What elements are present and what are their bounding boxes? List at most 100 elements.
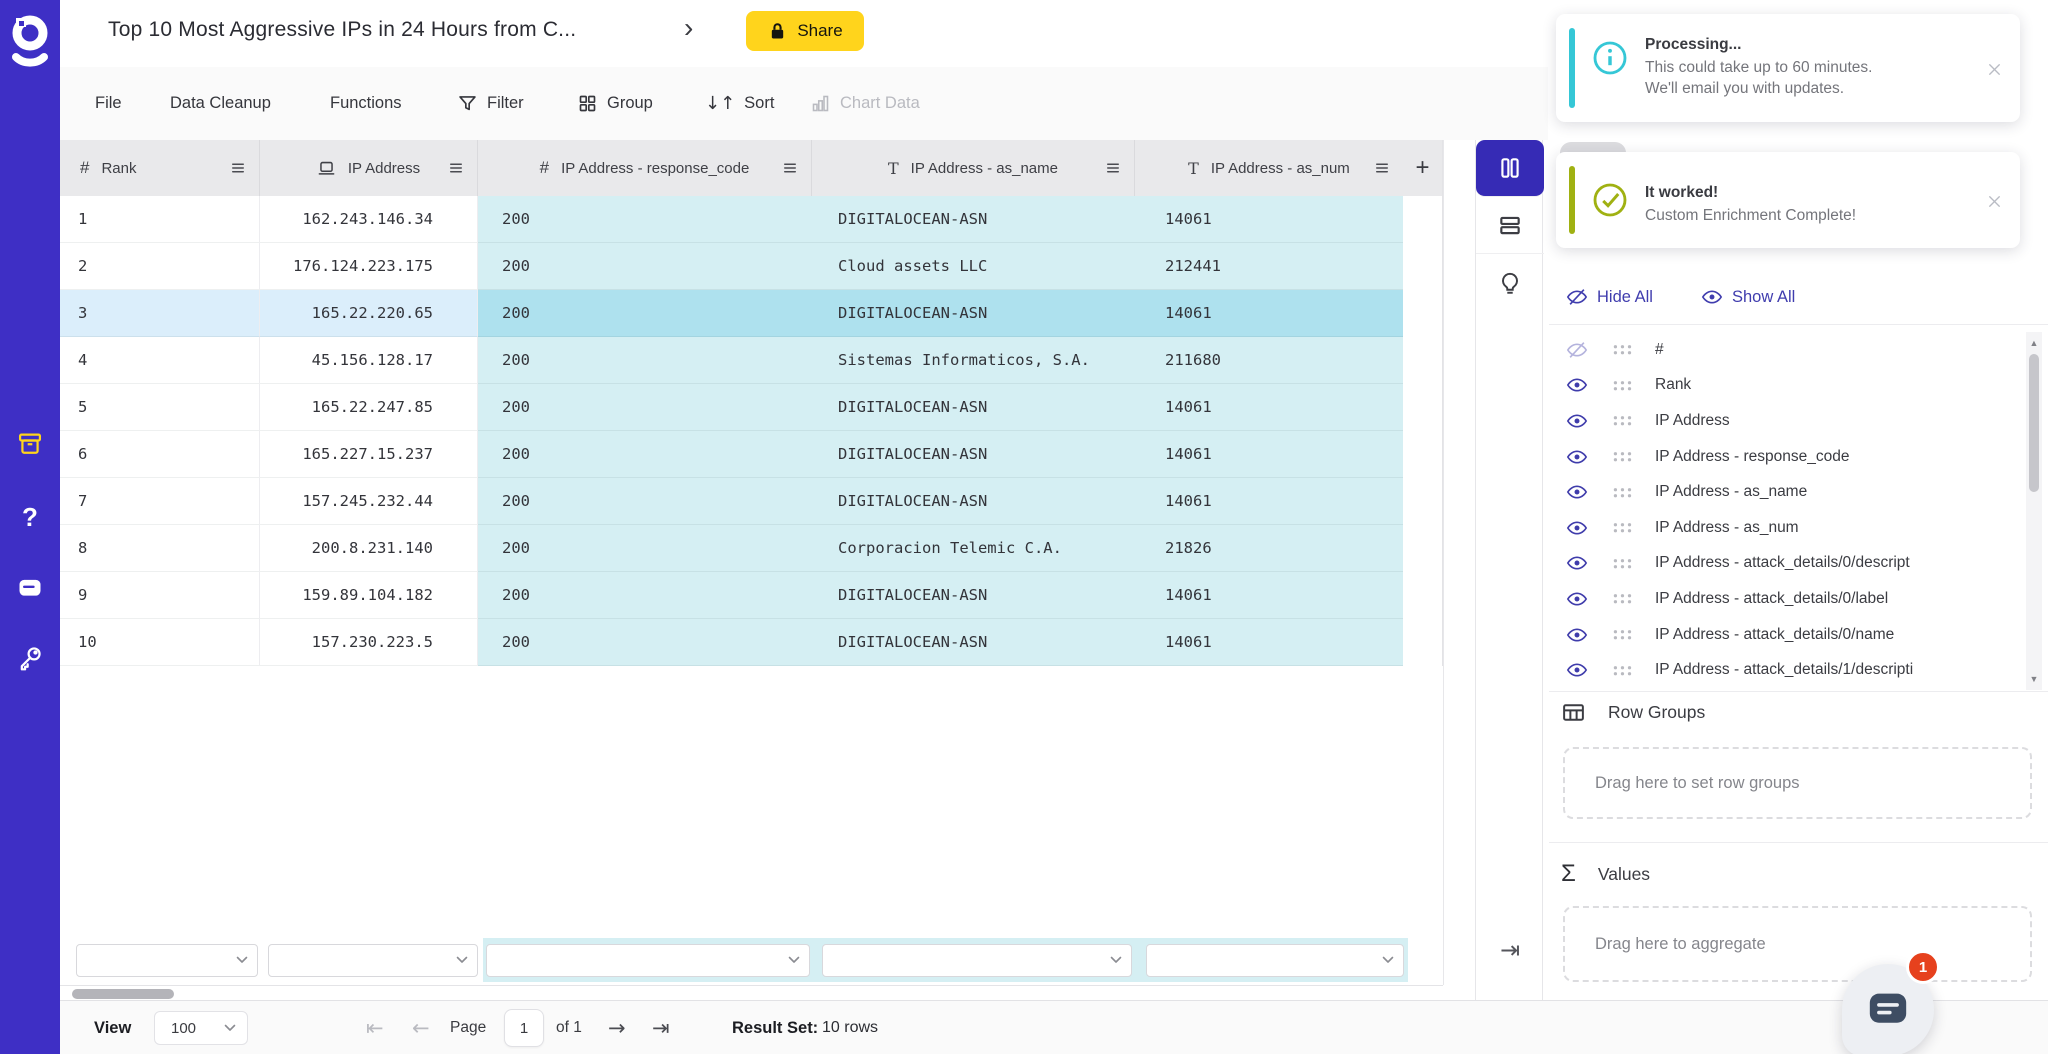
column-list-item[interactable]: IP Address	[1549, 403, 2024, 439]
menu-file[interactable]: File	[95, 67, 122, 140]
prev-page-button[interactable]: ←	[412, 1001, 430, 1054]
close-icon[interactable]	[1985, 60, 2004, 79]
last-page-button[interactable]: ⇥	[652, 1001, 670, 1054]
eye-icon[interactable]	[1566, 552, 1588, 574]
values-dropzone[interactable]: Drag here to aggregate	[1563, 906, 2032, 982]
eye-icon[interactable]	[1566, 517, 1588, 539]
menu-filter[interactable]: Filter	[457, 67, 524, 140]
divider	[1549, 691, 2048, 692]
table-row[interactable]: 9159.89.104.182200DIGITALOCEAN-ASN14061	[60, 572, 1442, 619]
column-menu-icon[interactable]	[1373, 159, 1391, 177]
column-list-item[interactable]: IP Address - attack_details/0/name	[1549, 617, 2024, 653]
drag-handle-icon[interactable]	[1612, 557, 1634, 570]
close-icon[interactable]	[1985, 192, 2004, 211]
column-menu-icon[interactable]	[1104, 159, 1122, 177]
chat-icon	[1866, 990, 1910, 1030]
table-row[interactable]: 10157.230.223.5200DIGITALOCEAN-ASN14061	[60, 619, 1442, 666]
table-row[interactable]: 5165.22.247.85200DIGITALOCEAN-ASN14061	[60, 384, 1442, 431]
column-header-ip-address[interactable]: IP Address	[260, 140, 478, 196]
drag-handle-icon[interactable]	[1612, 664, 1634, 677]
table-row[interactable]: 8200.8.231.140200Corporacion Telemic C.A…	[60, 525, 1442, 572]
menu-chart-data[interactable]: Chart Data	[810, 67, 920, 140]
column-list-item[interactable]: IP Address - attack_details/0/descript	[1549, 546, 2024, 582]
column-header-as-num[interactable]: TIP Address - as_num	[1135, 140, 1403, 196]
filter-select-ip-address[interactable]	[268, 944, 478, 977]
scroll-down-icon[interactable]: ▼	[2026, 674, 2042, 684]
eye-icon[interactable]	[1566, 659, 1588, 681]
column-list-item[interactable]: IP Address - attack_details/0/label	[1549, 581, 2024, 617]
table-row[interactable]: 445.156.128.17200Sistemas Informaticos, …	[60, 337, 1442, 384]
tab-columns[interactable]	[1476, 140, 1544, 197]
eye-icon[interactable]	[1566, 588, 1588, 610]
share-button[interactable]: Share	[746, 11, 864, 51]
menu-data-cleanup[interactable]: Data Cleanup	[170, 67, 271, 140]
column-list-item[interactable]: IP Address - attack_details/1/descripti	[1549, 652, 2024, 688]
scrollbar-thumb[interactable]	[2029, 354, 2039, 492]
column-list-item[interactable]: IP Address - as_num	[1549, 510, 2024, 546]
next-page-button[interactable]: →	[608, 1001, 626, 1054]
help-icon[interactable]: ?	[22, 502, 38, 533]
share-button-label: Share	[797, 21, 842, 41]
table-row[interactable]: 2176.124.223.175200Cloud assets LLC21244…	[60, 243, 1442, 290]
column-list-item[interactable]: Rank	[1549, 368, 2024, 404]
scroll-up-icon[interactable]: ▲	[2026, 338, 2042, 348]
cell-ip: 200.8.231.140	[260, 525, 478, 572]
column-menu-icon[interactable]	[229, 159, 247, 177]
drag-handle-icon[interactable]	[1612, 486, 1634, 499]
eye-icon[interactable]	[1566, 410, 1588, 432]
column-list-item[interactable]: IP Address - response_code	[1549, 439, 2024, 475]
column-list-item[interactable]: #	[1549, 332, 2024, 368]
eye-icon[interactable]	[1566, 374, 1588, 396]
eye-off-icon[interactable]	[1566, 339, 1588, 361]
filter-select-as-num[interactable]	[1146, 944, 1404, 977]
row-groups-dropzone[interactable]: Drag here to set row groups	[1563, 747, 2032, 819]
add-column-button[interactable]: +	[1403, 140, 1442, 196]
page-number-input[interactable]	[504, 1009, 544, 1047]
column-menu-icon[interactable]	[781, 159, 799, 177]
cell-ip: 157.230.223.5	[260, 619, 478, 666]
visibility-controls: Hide All Show All	[1549, 286, 2048, 322]
column-menu-icon[interactable]	[447, 159, 465, 177]
cell-ip: 165.22.220.65	[260, 290, 478, 337]
drag-handle-icon[interactable]	[1612, 521, 1634, 534]
filter-select-response-code[interactable]	[486, 944, 810, 977]
show-all-button[interactable]: Show All	[1701, 286, 1795, 308]
cell-as-name: Corporacion Telemic C.A.	[812, 525, 1135, 572]
eye-icon[interactable]	[1566, 446, 1588, 468]
table-row[interactable]: 6165.227.15.237200DIGITALOCEAN-ASN14061	[60, 431, 1442, 478]
horizontal-scrollbar-thumb[interactable]	[72, 989, 174, 999]
menu-sort[interactable]: ↓↑ Sort	[705, 67, 774, 140]
drag-handle-icon[interactable]	[1612, 628, 1634, 641]
column-header-as-name[interactable]: TIP Address - as_name	[812, 140, 1135, 196]
collapse-panel-icon[interactable]: ⇥	[1476, 936, 1544, 964]
page-size-select[interactable]: 100	[154, 1011, 248, 1045]
column-header-response-code[interactable]: #IP Address - response_code	[478, 140, 812, 196]
filter-select-rank[interactable]	[76, 944, 258, 977]
tab-filters[interactable]	[1476, 197, 1544, 254]
eye-icon[interactable]	[1566, 624, 1588, 646]
drag-handle-icon[interactable]	[1612, 450, 1634, 463]
column-list-item[interactable]: IP Address - as_name	[1549, 474, 2024, 510]
menu-functions[interactable]: Functions	[330, 67, 402, 140]
title-expand-chevron-icon[interactable]: ›	[684, 12, 693, 44]
library-archive-icon[interactable]	[16, 430, 44, 458]
column-header-rank[interactable]: #Rank	[60, 140, 260, 196]
drag-handle-icon[interactable]	[1612, 343, 1634, 356]
drag-handle-icon[interactable]	[1612, 414, 1634, 427]
table-row[interactable]: 1162.243.146.34200DIGITALOCEAN-ASN14061	[60, 196, 1442, 243]
horizontal-scrollbar[interactable]	[60, 985, 1443, 1000]
api-key-icon[interactable]	[16, 644, 44, 672]
table-row-selected[interactable]: 3165.22.220.65200DIGITALOCEAN-ASN14061	[60, 290, 1442, 337]
hide-all-button[interactable]: Hide All	[1566, 286, 1653, 308]
menu-group[interactable]: Group	[577, 67, 653, 140]
column-list-scrollbar[interactable]: ▲ ▼	[2026, 332, 2042, 690]
feedback-chat-icon[interactable]	[16, 574, 44, 602]
table-row[interactable]: 7157.245.232.44200DIGITALOCEAN-ASN14061	[60, 478, 1442, 525]
drag-handle-icon[interactable]	[1612, 592, 1634, 605]
filter-select-as-name[interactable]	[822, 944, 1132, 977]
gigasheet-logo[interactable]	[8, 10, 52, 77]
drag-handle-icon[interactable]	[1612, 379, 1634, 392]
eye-icon[interactable]	[1566, 481, 1588, 503]
first-page-button[interactable]: ⇤	[366, 1001, 384, 1054]
tab-insights[interactable]	[1476, 254, 1544, 311]
